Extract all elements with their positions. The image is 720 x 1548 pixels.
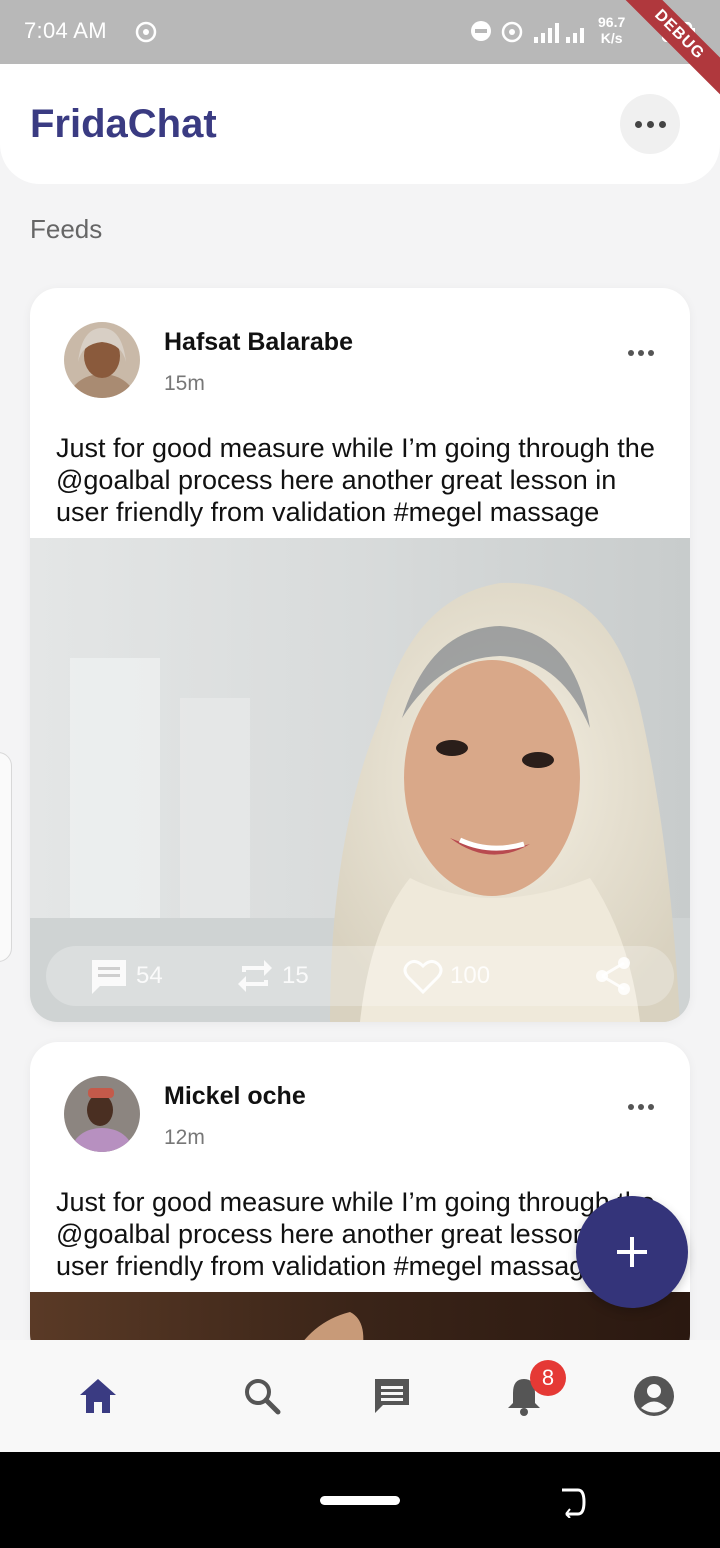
nav-profile[interactable] [628, 1370, 680, 1422]
status-time: 7:04 AM [24, 18, 107, 43]
system-navigation-bar [0, 1452, 720, 1548]
app-title: FridaChat [30, 102, 217, 146]
share-icon [596, 957, 630, 995]
avatar[interactable] [64, 1076, 140, 1152]
repost-count: 15 [282, 962, 309, 989]
home-gesture-bar[interactable] [320, 1496, 400, 1505]
notification-badge: 8 [530, 1360, 566, 1396]
avatar[interactable] [64, 322, 140, 398]
more-options-button[interactable] [620, 94, 680, 154]
like-count: 100 [450, 962, 491, 989]
share-button[interactable] [592, 956, 634, 996]
nav-notifications[interactable]: 8 [498, 1360, 566, 1422]
create-post-button[interactable] [576, 1196, 688, 1308]
post-author[interactable]: Mickel oche [164, 1082, 306, 1111]
heart-icon [403, 959, 443, 995]
post-actions-bar: 54 15 100 [46, 946, 674, 1006]
post-card[interactable]: Mickel oche 12m Just for good measure wh… [30, 1042, 690, 1362]
side-drawer-handle[interactable] [0, 752, 12, 962]
post-more-button[interactable] [628, 1104, 654, 1110]
like-button[interactable]: 100 [402, 956, 490, 996]
post-time: 15m [164, 372, 205, 395]
post-more-button[interactable] [628, 350, 654, 356]
hotspot-icon-2 [501, 21, 523, 43]
post-card[interactable]: Hafsat Balarabe 15m Just for good measur… [30, 288, 690, 1022]
section-title: Feeds [30, 214, 103, 244]
nav-search[interactable] [236, 1370, 288, 1422]
post-time: 12m [164, 1126, 205, 1149]
app-header: FridaChat [0, 64, 720, 184]
search-icon [245, 1379, 281, 1415]
home-icon [80, 1379, 116, 1413]
network-speed: 96.7 K/s [598, 14, 626, 46]
comment-icon [92, 960, 126, 994]
post-author[interactable]: Hafsat Balarabe [164, 328, 353, 357]
status-bar: 7:04 AM 96.7 K/s [0, 0, 720, 64]
more-horizontal-icon [634, 120, 642, 128]
hotspot-icon [135, 21, 157, 43]
nav-messages[interactable] [366, 1370, 418, 1422]
chat-icon [375, 1379, 409, 1413]
comment-button[interactable]: 54 [88, 956, 163, 996]
nav-home[interactable] [72, 1370, 124, 1422]
more-horizontal-icon [628, 1104, 634, 1110]
post-text: Just for good measure while I’m going th… [56, 433, 655, 527]
repost-icon [238, 960, 272, 992]
more-horizontal-icon [628, 350, 634, 356]
plus-icon [617, 1237, 647, 1267]
repost-button[interactable]: 15 [234, 956, 309, 996]
rotate-icon[interactable] [556, 1486, 588, 1518]
bottom-navigation: 8 [0, 1340, 720, 1452]
dnd-icon [471, 21, 491, 41]
profile-icon [634, 1376, 674, 1416]
signal-icon [534, 23, 584, 43]
comment-count: 54 [136, 962, 163, 989]
post-image[interactable]: 54 15 100 [30, 538, 690, 1022]
